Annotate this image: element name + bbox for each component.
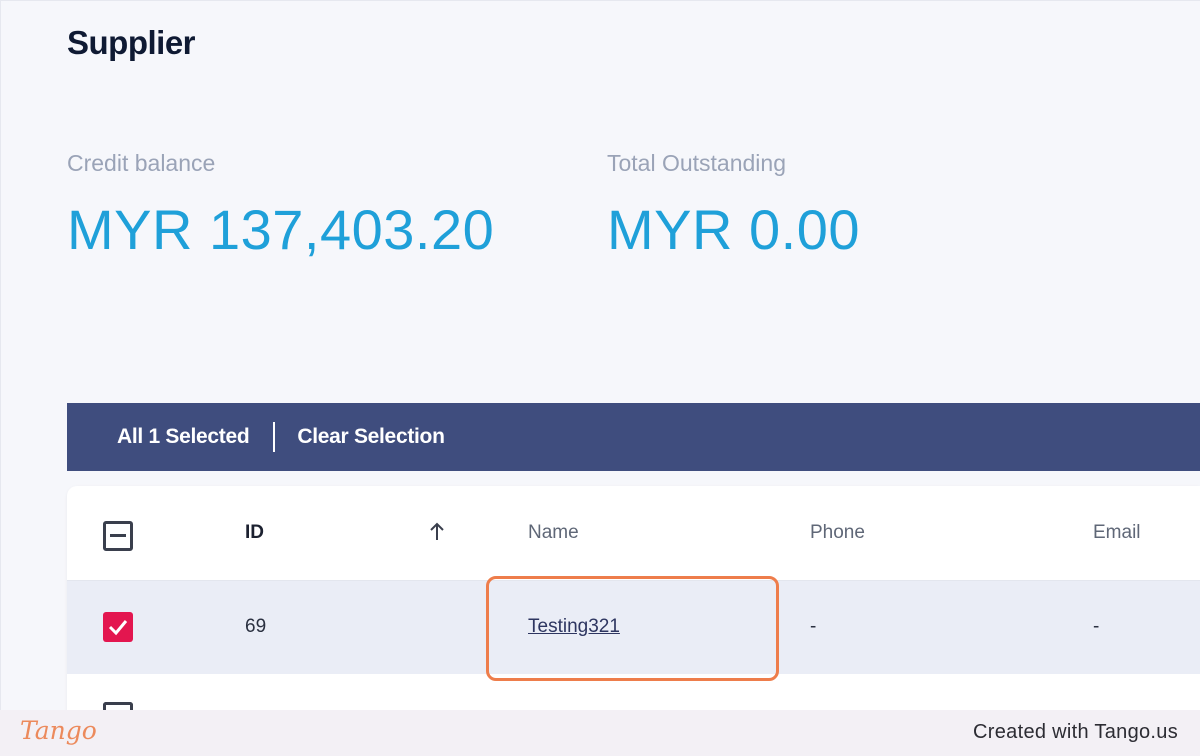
check-icon [108, 620, 128, 636]
select-all-checkbox[interactable] [103, 521, 133, 551]
total-outstanding-value: MYR 0.00 [607, 198, 860, 261]
total-outstanding-stat: Total Outstanding MYR 0.00 [607, 150, 860, 262]
selection-divider [273, 422, 276, 452]
row-email: - [1093, 616, 1100, 637]
tango-footer: Tango Created with Tango.us [0, 710, 1200, 756]
column-header-id[interactable]: ID [245, 522, 264, 544]
table-header: ID Name Phone Email [67, 486, 1200, 581]
selected-count: All 1 Selected [117, 425, 250, 448]
row-checkbox[interactable] [103, 612, 133, 642]
arrow-up-icon[interactable] [427, 518, 447, 546]
credit-balance-stat: Credit balance MYR 137,403.20 [67, 150, 494, 262]
column-header-phone[interactable]: Phone [810, 522, 865, 544]
clear-selection-button[interactable]: Clear Selection [297, 425, 445, 449]
supplier-table: ID Name Phone Email 69 Testing321 - - [67, 486, 1200, 726]
page-title: Supplier [67, 24, 196, 61]
column-header-email[interactable]: Email [1093, 522, 1141, 544]
credit-balance-value: MYR 137,403.20 [67, 198, 495, 261]
selection-bar: All 1 Selected Clear Selection [67, 403, 1200, 471]
credit-balance-label: Credit balance [67, 150, 216, 176]
row-phone: - [810, 616, 817, 637]
row-name-link[interactable]: Testing321 [528, 616, 620, 638]
created-with-text: Created with Tango.us [973, 721, 1178, 743]
table-row[interactable]: 69 Testing321 - - [67, 581, 1200, 674]
tango-logo: Tango [20, 716, 97, 745]
row-id: 69 [245, 616, 267, 637]
column-header-name[interactable]: Name [528, 522, 579, 544]
row-checkbox[interactable] [103, 702, 133, 710]
total-outstanding-label: Total Outstanding [607, 150, 787, 176]
